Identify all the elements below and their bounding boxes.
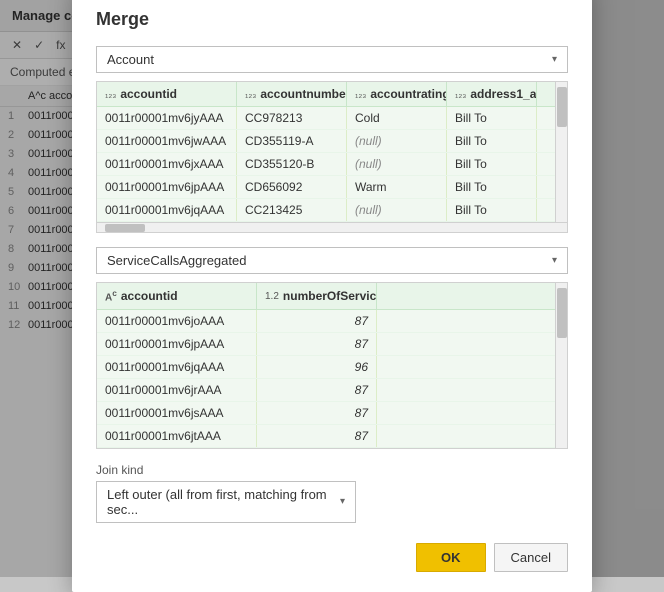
type-icon-address: ₁₂₃ xyxy=(455,89,466,100)
col-header-accountid[interactable]: ₁₂₃ accountid xyxy=(97,82,237,106)
type-icon-accountid: ₁₂₃ xyxy=(105,89,116,100)
cancel-button[interactable]: Cancel xyxy=(494,543,568,572)
table2-dropdown[interactable]: ServiceCallsAggregated ▾ xyxy=(96,247,568,274)
chevron-down-icon-2: ▾ xyxy=(552,255,557,266)
table1-scrollbar[interactable] xyxy=(555,82,567,222)
table1-dropdown[interactable]: Account ▾ xyxy=(96,46,568,73)
table-row[interactable]: 0011r00001mv6jpAAA CD656092 Warm Bill To xyxy=(97,176,555,199)
table-row[interactable]: 0011r00001mv6jsAAA 87 xyxy=(97,402,555,425)
col-header-accountnumber[interactable]: ₁₂₃ accountnumber xyxy=(237,82,347,106)
scroll-thumb[interactable] xyxy=(557,87,567,127)
table1-dropdown-value: Account xyxy=(107,52,154,67)
table2-dropdown-value: ServiceCallsAggregated xyxy=(107,253,246,268)
table-row[interactable]: 0011r00001mv6jwAAA CD355119-A (null) Bil… xyxy=(97,130,555,153)
modal-overlay: Merge Account ▾ ₁₂₃ accountid ₁₂₃ accoun… xyxy=(0,0,664,577)
dialog-title: Merge xyxy=(96,9,568,30)
table1-header: ₁₂₃ accountid ₁₂₃ accountnumber ₁₂₃ acco… xyxy=(97,82,555,107)
table-row[interactable]: 0011r00001mv6jtAAA 87 xyxy=(97,425,555,448)
table2-header: Ac accountid 1.2 numberOfServiceCalls xyxy=(97,283,555,309)
table-row[interactable]: 0011r00001mv6jqAAA 96 xyxy=(97,356,555,379)
ok-button[interactable]: OK xyxy=(416,543,486,572)
type-icon-ratingcode: ₁₂₃ xyxy=(355,89,366,100)
table1-container: ₁₂₃ accountid ₁₂₃ accountnumber ₁₂₃ acco… xyxy=(96,81,568,233)
table-row[interactable]: 0011r00001mv6jrAAA 87 xyxy=(97,379,555,402)
table1-hscroll[interactable] xyxy=(97,222,567,232)
table2-scrollbar[interactable] xyxy=(555,283,567,447)
join-kind-section: Join kind Left outer (all from first, ma… xyxy=(96,463,568,523)
table-row[interactable]: 0011r00001mv6jxAAA CD355120-B (null) Bil… xyxy=(97,153,555,176)
join-kind-label: Join kind xyxy=(96,463,568,477)
scroll-thumb-2[interactable] xyxy=(557,288,567,338)
type-icon-num: 1.2 xyxy=(265,291,279,302)
chevron-down-icon-3: ▾ xyxy=(340,496,345,507)
type-icon-accountnumber: ₁₂₃ xyxy=(245,89,256,100)
merge-dialog: Merge Account ▾ ₁₂₃ accountid ₁₂₃ accoun… xyxy=(72,0,592,592)
col2-header-servicecalls[interactable]: 1.2 numberOfServiceCalls xyxy=(257,283,377,308)
chevron-down-icon: ▾ xyxy=(552,54,557,65)
table2-container: Ac accountid 1.2 numberOfServiceCalls 00… xyxy=(96,282,568,448)
join-kind-value: Left outer (all from first, matching fro… xyxy=(107,487,340,517)
hscroll-thumb[interactable] xyxy=(105,224,145,232)
type-icon-ac: Ac xyxy=(105,288,117,303)
col2-header-accountid[interactable]: Ac accountid xyxy=(97,283,257,308)
col-header-address[interactable]: ₁₂₃ address1_addr xyxy=(447,82,537,106)
join-kind-dropdown[interactable]: Left outer (all from first, matching fro… xyxy=(96,481,356,523)
table-row[interactable]: 0011r00001mv6joAAA 87 xyxy=(97,310,555,333)
table-row[interactable]: 0011r00001mv6jqAAA CC213425 (null) Bill … xyxy=(97,199,555,222)
modal-footer: OK Cancel xyxy=(96,543,568,572)
col-header-ratingcode[interactable]: ₁₂₃ accountratingcode xyxy=(347,82,447,106)
table-row[interactable]: 0011r00001mv6jyAAA CC978213 Cold Bill To xyxy=(97,107,555,130)
table-row[interactable]: 0011r00001mv6jpAAA 87 xyxy=(97,333,555,356)
